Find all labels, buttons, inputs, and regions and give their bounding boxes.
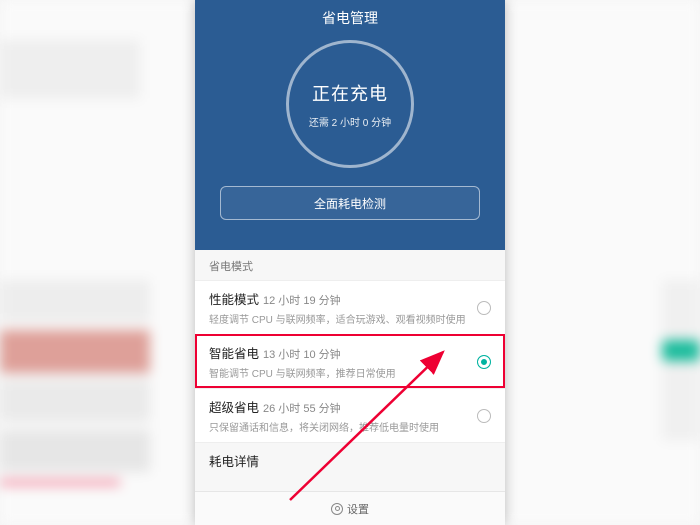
hero-section: 省电管理 正在充电 还需 2 小时 0 分钟 全面耗电检测 xyxy=(195,0,505,250)
charging-status: 正在充电 xyxy=(312,80,388,106)
section-label-modes: 省电模式 xyxy=(195,250,505,280)
page-title: 省电管理 xyxy=(195,0,505,34)
mode-name: 性能模式 xyxy=(209,293,259,307)
radio-icon xyxy=(477,301,491,315)
mode-desc: 智能调节 CPU 与联网频率，推荐日常使用 xyxy=(209,365,469,380)
phone-frame: 省电管理 正在充电 还需 2 小时 0 分钟 全面耗电检测 省电模式 性能模式 1… xyxy=(195,0,505,525)
full-detect-button[interactable]: 全面耗电检测 xyxy=(220,186,480,220)
mode-time: 12 小时 19 分钟 xyxy=(263,295,341,307)
mode-time: 13 小时 10 分钟 xyxy=(263,349,341,361)
mode-row-ultra[interactable]: 超级省电 26 小时 55 分钟 只保留通话和信息，将关闭网络，推荐低电量时使用 xyxy=(195,388,505,442)
battery-ring: 正在充电 还需 2 小时 0 分钟 xyxy=(286,40,414,168)
radio-icon xyxy=(477,409,491,423)
gear-icon xyxy=(331,503,343,515)
mode-row-performance[interactable]: 性能模式 12 小时 19 分钟 轻度调节 CPU 与联网频率，适合玩游戏、观看视… xyxy=(195,280,505,334)
mode-time: 26 小时 55 分钟 xyxy=(263,403,341,415)
consumption-detail-row[interactable]: 耗电详情 xyxy=(195,442,505,478)
footer-bar[interactable]: 设置 xyxy=(195,491,505,525)
mode-name: 超级省电 xyxy=(209,401,259,415)
mode-row-smart[interactable]: 智能省电 13 小时 10 分钟 智能调节 CPU 与联网频率，推荐日常使用 xyxy=(195,334,505,388)
time-remaining: 还需 2 小时 0 分钟 xyxy=(309,114,391,129)
footer-label: 设置 xyxy=(347,501,369,517)
radio-icon xyxy=(477,355,491,369)
consumption-label: 耗电详情 xyxy=(209,455,259,469)
mode-desc: 轻度调节 CPU 与联网频率，适合玩游戏、观看视频时使用 xyxy=(209,311,469,326)
full-detect-label: 全面耗电检测 xyxy=(314,195,386,212)
mode-desc: 只保留通话和信息，将关闭网络，推荐低电量时使用 xyxy=(209,419,469,434)
mode-list: 省电模式 性能模式 12 小时 19 分钟 轻度调节 CPU 与联网频率，适合玩游… xyxy=(195,250,505,491)
mode-name: 智能省电 xyxy=(209,347,259,361)
